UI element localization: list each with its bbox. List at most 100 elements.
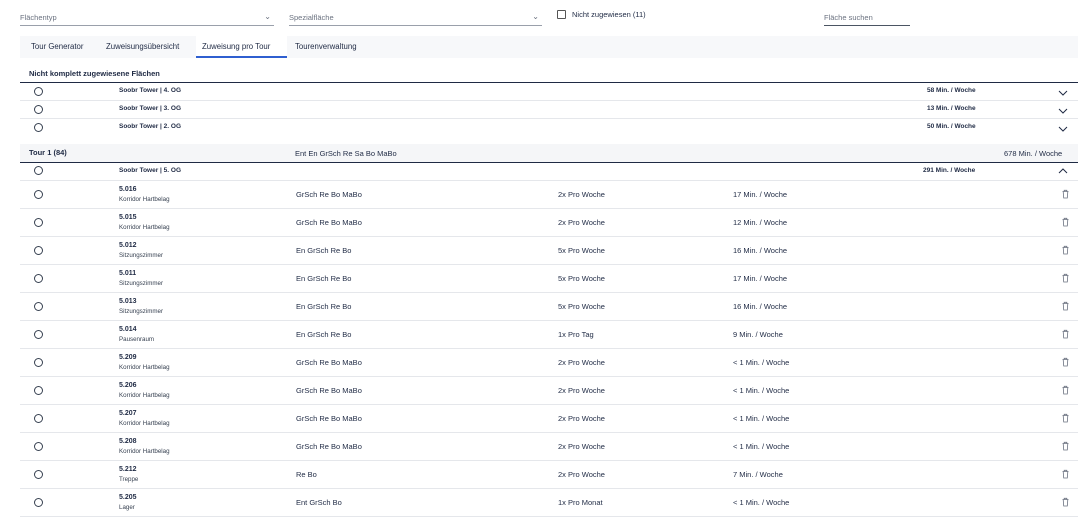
unassigned-item-name: Soobr Tower | 4. OG	[119, 87, 182, 94]
table-row[interactable]: 5.012 Sitzungszimmer En GrSch Re Bo 5x Pro …	[20, 237, 1078, 265]
row-time: 16 Min. / Woche	[733, 246, 788, 255]
table-row[interactable]: 5.205 Lager Ent GrSch Bo 1x Pro Monat < 1 Mi…	[20, 489, 1078, 517]
row-code: 5.209	[119, 354, 137, 361]
flaechentyp-select[interactable]: Flächentyp ⌄	[20, 12, 274, 26]
row-time: < 1 Min. / Woche	[733, 498, 790, 507]
trash-icon[interactable]	[1061, 497, 1070, 507]
row-type: Sitzungszimmer	[119, 308, 164, 315]
trash-icon[interactable]	[1061, 189, 1070, 199]
search-input[interactable]	[824, 12, 910, 22]
nicht-zugewiesen-filter[interactable]: Nicht zugewiesen (11)	[557, 8, 646, 20]
row-codes: GrSch Re Bo MaBo	[296, 442, 362, 451]
tab-zuweisung-pro-tour[interactable]: Zuweisung pro Tour	[196, 36, 287, 58]
floor-time: 291 Min. / Woche	[923, 167, 976, 174]
chevron-down-icon: ⌄	[264, 12, 271, 21]
row-code: 5.013	[119, 298, 137, 305]
trash-icon[interactable]	[1061, 301, 1070, 311]
table-row[interactable]: 5.015 Korridor Hartbelag GrSch Re Bo MaBo 2…	[20, 209, 1078, 237]
row-codes: En GrSch Re Bo	[296, 330, 352, 339]
row-type: Sitzungszimmer	[119, 280, 164, 287]
trash-icon[interactable]	[1061, 329, 1070, 339]
row-radio[interactable]	[34, 470, 43, 479]
tab-tourenverwaltung[interactable]: Tourenverwaltung	[289, 36, 363, 58]
divider	[20, 100, 1078, 101]
row-radio[interactable]	[34, 330, 43, 339]
row-time: 7 Min. / Woche	[733, 470, 783, 479]
trash-icon[interactable]	[1061, 217, 1070, 227]
row-code: 5.205	[119, 494, 137, 501]
chevron-down-icon[interactable]	[1058, 124, 1068, 134]
unassigned-item-radio[interactable]	[34, 87, 43, 96]
divider	[20, 82, 1078, 83]
row-codes: En GrSch Re Bo	[296, 246, 352, 255]
trash-icon[interactable]	[1061, 357, 1070, 367]
tab-tour-generator[interactable]: Tour Generator	[25, 36, 89, 58]
row-frequency: 2x Pro Woche	[558, 470, 605, 479]
row-frequency: 1x Pro Monat	[558, 498, 603, 507]
row-time: < 1 Min. / Woche	[733, 386, 790, 395]
trash-icon[interactable]	[1061, 273, 1070, 283]
table-row[interactable]: 5.011 Sitzungszimmer En GrSch Re Bo 5x Pro …	[20, 265, 1078, 293]
row-radio[interactable]	[34, 414, 43, 423]
table-row[interactable]: 5.208 Korridor Hartbelag GrSch Re Bo MaBo 2…	[20, 433, 1078, 461]
row-codes: Re Bo	[296, 470, 317, 479]
row-frequency: 5x Pro Woche	[558, 302, 605, 311]
tour-codes: Ent En GrSch Re Sa Bo MaBo	[295, 149, 397, 158]
row-radio[interactable]	[34, 218, 43, 227]
row-radio[interactable]	[34, 246, 43, 255]
trash-icon[interactable]	[1061, 245, 1070, 255]
row-time: 16 Min. / Woche	[733, 302, 788, 311]
nicht-zugewiesen-checkbox[interactable]	[557, 9, 566, 19]
chevron-up-icon[interactable]	[1058, 166, 1068, 176]
row-code: 5.014	[119, 326, 137, 333]
row-radio[interactable]	[34, 386, 43, 395]
divider	[20, 118, 1078, 119]
chevron-down-icon[interactable]	[1058, 106, 1068, 116]
row-radio[interactable]	[34, 442, 43, 451]
table-row[interactable]: 5.209 Korridor Hartbelag GrSch Re Bo MaBo 2…	[20, 349, 1078, 377]
trash-icon[interactable]	[1061, 413, 1070, 423]
row-type: Korridor Hartbelag	[119, 420, 170, 427]
row-codes: En GrSch Re Bo	[296, 302, 352, 311]
row-frequency: 5x Pro Woche	[558, 274, 605, 283]
row-radio[interactable]	[34, 498, 43, 507]
search-field[interactable]	[824, 12, 910, 26]
unassigned-item-radio[interactable]	[34, 105, 43, 114]
row-code: 5.212	[119, 466, 137, 473]
unassigned-section-title: Nicht komplett zugewiesene Flächen	[29, 69, 160, 78]
row-code: 5.012	[119, 242, 137, 249]
floor-radio[interactable]	[34, 166, 43, 175]
chevron-down-icon[interactable]	[1058, 88, 1068, 98]
tab-zuweisungsuebersicht[interactable]: Zuweisungsübersicht	[100, 36, 185, 58]
table-row[interactable]: 5.212 Treppe Re Bo 2x Pro Woche 7 Min. / Woc…	[20, 461, 1078, 489]
row-radio[interactable]	[34, 274, 43, 283]
trash-icon[interactable]	[1061, 441, 1070, 451]
chevron-down-icon: ⌄	[532, 12, 539, 21]
spezialflaeche-select[interactable]: Spezialfläche ⌄	[289, 12, 542, 26]
row-type: Treppe	[119, 476, 139, 483]
row-codes: GrSch Re Bo MaBo	[296, 386, 362, 395]
row-type: Korridor Hartbelag	[119, 392, 170, 399]
row-frequency: 2x Pro Woche	[558, 218, 605, 227]
table-row[interactable]: 5.207 Korridor Hartbelag GrSch Re Bo MaBo 2…	[20, 405, 1078, 433]
row-radio[interactable]	[34, 302, 43, 311]
row-time: 17 Min. / Woche	[733, 190, 788, 199]
trash-icon[interactable]	[1061, 469, 1070, 479]
table-row[interactable]: 5.206 Korridor Hartbelag GrSch Re Bo MaBo 2…	[20, 377, 1078, 405]
row-frequency: 5x Pro Woche	[558, 246, 605, 255]
row-codes: GrSch Re Bo MaBo	[296, 414, 362, 423]
unassigned-item-radio[interactable]	[34, 123, 43, 132]
row-code: 5.016	[119, 186, 137, 193]
row-radio[interactable]	[34, 358, 43, 367]
row-type: Korridor Hartbelag	[119, 448, 170, 455]
unassigned-item-name: Soobr Tower | 3. OG	[119, 105, 182, 112]
floor-name: Soobr Tower | 5. OG	[119, 167, 182, 174]
table-row[interactable]: 5.014 Pausenraum En GrSch Re Bo 1x Pro Tag 9…	[20, 321, 1078, 349]
table-row[interactable]: 5.016 Korridor Hartbelag GrSch Re Bo MaBo 2…	[20, 181, 1078, 209]
table-row[interactable]: 5.013 Sitzungszimmer En GrSch Re Bo 5x Pro …	[20, 293, 1078, 321]
tour-title: Tour 1 (84)	[29, 148, 67, 157]
row-radio[interactable]	[34, 190, 43, 199]
trash-icon[interactable]	[1061, 385, 1070, 395]
nicht-zugewiesen-label: Nicht zugewiesen (11)	[572, 9, 646, 19]
row-type: Pausenraum	[119, 336, 155, 343]
